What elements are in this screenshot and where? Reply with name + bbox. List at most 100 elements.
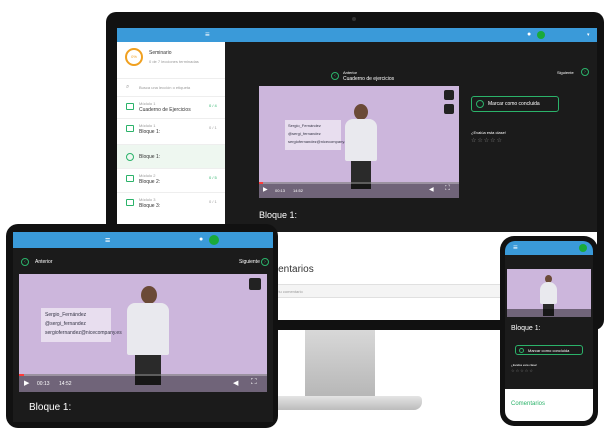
module-label: Módulo 1 bbox=[139, 101, 156, 106]
video-player[interactable]: Sergio_Fernández @sergi_fernandez sergio… bbox=[259, 86, 459, 198]
video-controls: ▶ 00:13 14:52 ◀ ⛶ bbox=[259, 182, 459, 198]
mark-complete-button[interactable]: Marcar como concluida bbox=[515, 345, 583, 355]
prev-arrow-icon[interactable]: ‹ bbox=[21, 258, 29, 266]
rating-question: ¿Evalúa esta clase! bbox=[471, 130, 506, 135]
prev-label[interactable]: Anterior bbox=[35, 259, 53, 265]
prev-title[interactable]: Cuaderno de ejercicios bbox=[343, 76, 394, 82]
slide-line: sergiofernandez@nicecompany.es bbox=[288, 139, 350, 144]
slide-line: @sergi_fernandez bbox=[288, 131, 321, 136]
top-bar: ≡ ● ▾ bbox=[117, 28, 597, 42]
chevron-down-icon[interactable]: ▾ bbox=[587, 28, 590, 42]
search-icon: ⌕ bbox=[126, 84, 130, 90]
course-progress: 0 de 7 lecciones terminadas bbox=[149, 59, 199, 64]
lesson-title: Bloque 1: bbox=[29, 402, 72, 413]
sidebar-item-bloque1[interactable]: Módulo 1 Bloque 1: 0 / 1 bbox=[117, 118, 225, 145]
module-label: Módulo 1 bbox=[139, 123, 156, 128]
slide-line: @sergi_fernandez bbox=[45, 321, 86, 327]
tablet-top-bar: ≡ ● bbox=[13, 232, 273, 248]
check-circle-icon bbox=[476, 100, 484, 108]
item-count: 0 / 1 bbox=[209, 125, 217, 130]
item-title: Bloque 1: bbox=[139, 154, 161, 160]
mark-complete-button[interactable]: Marcar como concluida bbox=[471, 96, 559, 112]
item-title: Bloque 1: bbox=[139, 129, 161, 135]
mark-complete-label: Marcar como concluida bbox=[488, 101, 540, 107]
rating-stars[interactable]: ☆☆☆☆☆ bbox=[471, 137, 503, 144]
webcam bbox=[352, 17, 356, 21]
tablet-video-player[interactable]: Sergio_Fernández @sergi_fernandez sergio… bbox=[19, 274, 267, 392]
pip-icon[interactable] bbox=[249, 278, 261, 290]
search-input[interactable]: Busca una lección o etiqueta bbox=[139, 85, 190, 90]
play-icon[interactable]: ▶ bbox=[263, 186, 268, 193]
module-label: Módulo 3 bbox=[139, 197, 156, 202]
folder-icon bbox=[126, 125, 134, 132]
sidebar-item-bloque2[interactable]: Módulo 2 Bloque 2: 0 / 5 bbox=[117, 168, 225, 193]
slide-line: sergiofernandez@nicecompany.es bbox=[45, 330, 122, 336]
module-label: Módulo 2 bbox=[139, 173, 156, 178]
presenter-head bbox=[354, 104, 368, 120]
progress-track[interactable] bbox=[259, 182, 459, 184]
next-arrow-icon[interactable]: › bbox=[261, 258, 269, 266]
sidebar-item-bloque3[interactable]: Módulo 3 Bloque 3: 0 / 1 bbox=[117, 192, 225, 217]
item-title: Cuaderno de Ejercicios bbox=[139, 107, 191, 113]
lesson-title: Bloque 1: bbox=[511, 325, 541, 332]
phone-top-bar: ≡ bbox=[505, 241, 593, 255]
sidebar-item-bloque1-lesson[interactable]: Bloque 1: bbox=[117, 144, 225, 169]
slide-line: Sergio_Fernández bbox=[45, 312, 87, 318]
hamburger-menu-icon[interactable]: ≡ bbox=[205, 28, 210, 42]
phone-video-player[interactable] bbox=[507, 269, 591, 317]
tablet-screen: ≡ ● ‹ Anterior Siguiente › Sergio_Fernán… bbox=[13, 232, 273, 422]
item-title: Bloque 2: bbox=[139, 179, 161, 185]
item-title: Bloque 3: bbox=[139, 203, 161, 209]
monitor-base bbox=[262, 396, 422, 410]
duration: 14:52 bbox=[59, 381, 72, 387]
slide-panel: Sergio_Fernández @sergi_fernandez sergio… bbox=[285, 120, 349, 150]
presenter-body bbox=[540, 282, 557, 304]
slide-line: Sergio_Fernández bbox=[288, 123, 321, 128]
folder-icon bbox=[126, 199, 134, 206]
fullscreen-icon[interactable]: ⛶ bbox=[251, 377, 257, 387]
volume-icon[interactable]: ◀ bbox=[429, 186, 434, 193]
lesson-circle-icon bbox=[126, 153, 134, 161]
rating-question: ¿Evalúa esta clase! bbox=[511, 363, 538, 367]
tablet-nav: ‹ Anterior Siguiente › bbox=[13, 248, 273, 274]
presenter-body bbox=[127, 303, 169, 355]
volume-icon[interactable]: ◀ bbox=[233, 379, 238, 387]
lesson-title: Bloque 1: bbox=[259, 210, 298, 220]
notification-icon[interactable]: ● bbox=[199, 233, 203, 247]
progress-fill bbox=[259, 182, 263, 184]
next-label[interactable]: Siguiente bbox=[239, 259, 260, 265]
play-icon[interactable]: ▶ bbox=[24, 379, 29, 387]
next-label[interactable]: Siguiente bbox=[557, 70, 574, 75]
folder-icon bbox=[126, 103, 134, 110]
sidebar-item-cuaderno[interactable]: Módulo 1 Cuaderno de Ejercicios 0 / 4 bbox=[117, 96, 225, 119]
mark-complete-label: Marcar como concluida bbox=[528, 348, 570, 353]
prev-arrow-icon[interactable]: ‹ bbox=[331, 72, 339, 80]
item-count: 0 / 4 bbox=[209, 103, 217, 108]
presenter-body bbox=[345, 119, 377, 161]
current-time: 00:13 bbox=[275, 188, 286, 193]
settings-icon[interactable] bbox=[444, 90, 454, 100]
folder-icon bbox=[126, 175, 134, 182]
rating-stars[interactable]: ☆☆☆☆☆ bbox=[511, 368, 534, 373]
search-box[interactable]: ⌕ Busca una lección o etiqueta bbox=[117, 78, 225, 97]
monitor-stand bbox=[305, 330, 375, 400]
check-circle-icon bbox=[519, 348, 524, 353]
fullscreen-icon[interactable]: ⛶ bbox=[445, 185, 450, 193]
avatar[interactable] bbox=[209, 235, 219, 245]
avatar[interactable] bbox=[537, 31, 545, 39]
hamburger-menu-icon[interactable]: ≡ bbox=[105, 233, 110, 247]
notification-icon[interactable]: ● bbox=[527, 28, 531, 42]
avatar[interactable] bbox=[579, 244, 587, 252]
duration: 14:52 bbox=[293, 188, 304, 193]
pip-icon[interactable] bbox=[444, 104, 454, 114]
comments-title: Comentarios bbox=[511, 401, 546, 407]
phone-screen: ≡ Bloque 1: Marcar como concluida ¿Evalú… bbox=[505, 241, 593, 421]
presenter-head bbox=[141, 286, 157, 304]
prev-label[interactable]: Anterior bbox=[343, 70, 357, 75]
hamburger-menu-icon[interactable]: ≡ bbox=[513, 241, 518, 255]
progress-track[interactable] bbox=[19, 374, 267, 376]
comments-section: Comentarios bbox=[505, 389, 593, 421]
current-time: 00:13 bbox=[37, 381, 50, 387]
progress-fill bbox=[19, 374, 24, 376]
next-arrow-icon[interactable]: › bbox=[581, 68, 589, 76]
